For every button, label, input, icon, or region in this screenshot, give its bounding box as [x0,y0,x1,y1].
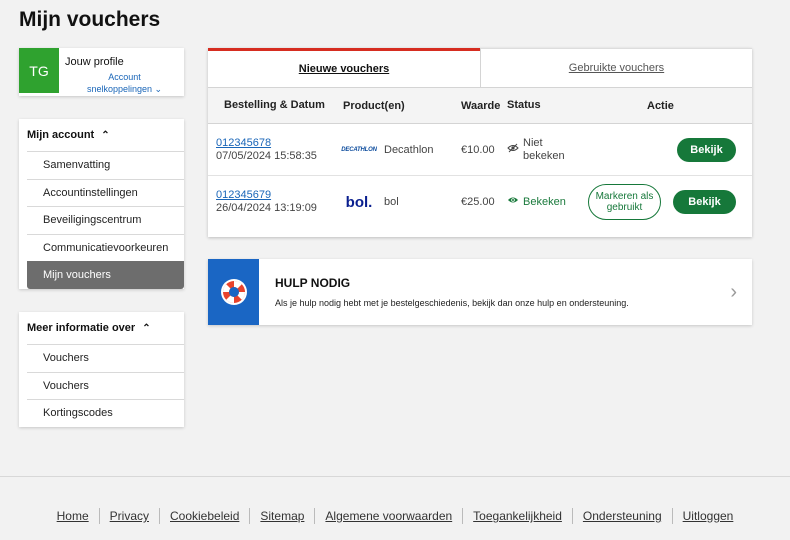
header-products: Product(en) [343,99,405,112]
view-voucher-button[interactable]: Bekijk [677,137,736,162]
header-action: Actie [647,99,674,112]
footer-link-privacy[interactable]: Privacy [98,508,159,524]
help-banner[interactable]: HULP NODIG Als je hulp nodig hebt met je… [208,259,752,325]
order-date: 26/04/2024 13:19:09 [216,202,317,214]
footer-divider [0,476,790,477]
account-shortcuts-line2: snelkoppelingen ⌄ [86,84,163,94]
sidebar-item-communicatievoorkeuren[interactable]: Communicatievoorkeuren [27,233,184,262]
account-shortcuts-link[interactable]: Account snelkoppelingen ⌄ [65,71,184,95]
sidebar-item-mijn-vouchers[interactable]: Mijn vouchers [27,261,184,289]
voucher-value: €10.00 [461,143,495,156]
order-date: 07/05/2024 15:58:35 [216,149,317,162]
footer-link-voorwaarden[interactable]: Algemene voorwaarden [314,508,462,524]
sidebar-item-samenvatting[interactable]: Samenvatting [27,151,184,179]
tab-nieuwe-vouchers[interactable]: Nieuwe vouchers [208,48,480,87]
sidebar-item-beveiligingscentrum[interactable]: Beveiligingscentrum [27,206,184,234]
order-number-link[interactable]: 012345678 [216,137,271,149]
header-value: Waarde [461,99,501,112]
sidebar-item-accountinstellingen[interactable]: Accountinstellingen [27,178,184,207]
vouchers-panel: Nieuwe vouchers Gebruikte vouchers Beste… [208,48,752,237]
table-row: 012345678 07/05/2024 15:58:35 DECATHLON … [208,124,752,176]
footer-link-cookiebeleid[interactable]: Cookiebeleid [159,508,249,524]
info-menu-header[interactable]: Meer informatie over ⌃ [19,312,184,344]
account-menu: Mijn account ⌃ Samenvatting Accountinste… [19,119,184,289]
chevron-right-icon: › [730,281,737,303]
footer-nav: Home Privacy Cookiebeleid Sitemap Algeme… [0,508,790,524]
account-shortcuts-line1: Account [108,72,141,82]
status-text-line1: Niet [523,136,543,149]
info-menu: Meer informatie over ⌃ Vouchers Vouchers… [19,312,184,427]
avatar: TG [19,48,59,93]
decathlon-logo: DECATHLON [341,146,377,153]
footer-link-toegankelijkheid[interactable]: Toegankelijkheid [462,508,572,524]
eye-slash-icon [507,143,519,157]
account-menu-title: Mijn account [27,129,95,141]
profile-card: TG Jouw profile Account snelkoppelingen … [19,48,184,96]
voucher-status: Niet bekeken [507,137,577,163]
voucher-status: Bekeken [507,195,577,209]
info-menu-title: Meer informatie over [27,322,136,334]
profile-name: Jouw profile [65,56,124,68]
help-title: HULP NODIG [275,276,351,290]
status-text-line2: bekeken [523,149,565,162]
voucher-value: €25.00 [461,196,495,208]
info-item-kortingscodes[interactable]: Kortingscodes [27,399,184,427]
lifebuoy-icon [208,259,259,325]
tab-gebruikte-vouchers[interactable]: Gebruikte vouchers [480,48,752,87]
bol-logo: bol. [345,193,373,211]
status-text: Bekeken [523,195,566,208]
product-name: Decathlon [384,143,434,156]
page-title: Mijn vouchers [19,8,161,31]
header-order-date: Bestelling & Datum [224,99,325,111]
chevron-up-icon: ⌃ [101,129,110,141]
footer-link-sitemap[interactable]: Sitemap [249,508,314,524]
eye-icon [507,195,519,209]
footer-link-home[interactable]: Home [47,508,99,524]
mark-as-used-button[interactable]: Markeren als gebruikt [588,184,661,220]
help-description: Als je hulp nodig hebt met je bestelgesc… [275,298,629,308]
table-row: 012345679 26/04/2024 13:19:09 bol. bol €… [208,176,752,228]
account-menu-header[interactable]: Mijn account ⌃ [19,119,184,151]
product-name: bol [384,196,399,208]
order-number-link[interactable]: 012345679 [216,189,271,201]
info-item-vouchers[interactable]: Vouchers [27,344,184,372]
footer-link-ondersteuning[interactable]: Ondersteuning [571,508,672,524]
chevron-up-icon: ⌃ [142,322,151,334]
table-header: Bestelling & Datum Product(en) Waarde St… [208,88,752,124]
header-status: Status [507,99,541,111]
footer-link-uitloggen[interactable]: Uitloggen [671,508,744,524]
voucher-tabs: Nieuwe vouchers Gebruikte vouchers [208,48,752,88]
view-voucher-button[interactable]: Bekijk [673,190,736,214]
info-item-vouchers-2[interactable]: Vouchers [27,371,184,400]
